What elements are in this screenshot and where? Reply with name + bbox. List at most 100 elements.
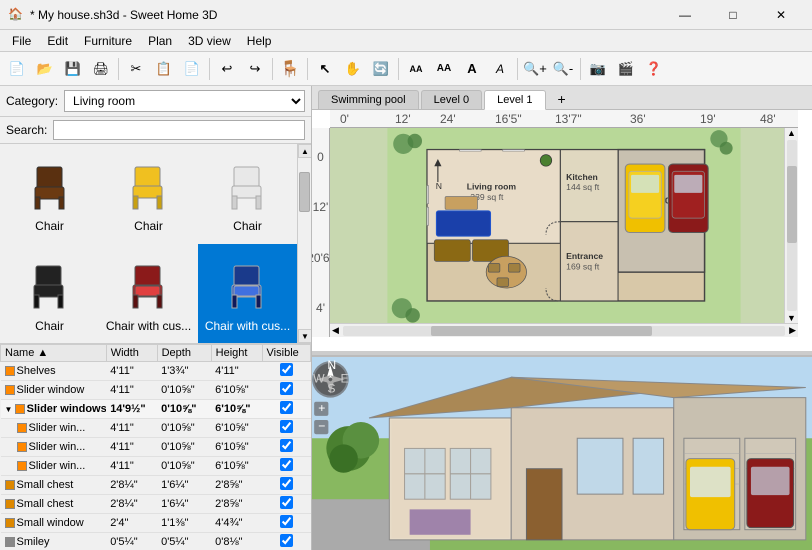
furniture-item-chair2[interactable]: Chair <box>99 144 198 244</box>
cell-visible[interactable] <box>262 400 310 419</box>
visible-checkbox[interactable] <box>280 439 293 452</box>
toolbar-rotate-view[interactable]: 🔄 <box>368 56 394 82</box>
furniture-item-chair4[interactable]: Chair <box>0 244 99 344</box>
col-name[interactable]: Name ▲ <box>1 345 107 362</box>
cell-name: Slider window <box>1 381 107 400</box>
table-row[interactable]: Small chest2'8¼"1'6¼"2'8⅝" <box>1 476 311 495</box>
table-row[interactable]: Slider win...4'11"0'10⅝"6'10⅝" <box>1 419 311 438</box>
toolbar-copy[interactable]: 📋 <box>151 56 177 82</box>
table-row[interactable]: Smiley0'5¼"0'5¼"0'8⅛" <box>1 533 311 550</box>
vscroll-up[interactable]: ▲ <box>787 128 796 138</box>
toolbar-help[interactable]: ❓ <box>641 56 667 82</box>
col-width[interactable]: Width <box>106 345 157 362</box>
menu-help[interactable]: Help <box>239 30 280 52</box>
table-row[interactable]: Slider win...4'11"0'10⅝"6'10⅝" <box>1 457 311 476</box>
cell-visible[interactable] <box>262 419 310 438</box>
scrollbar-up-arrow[interactable]: ▲ <box>298 144 311 158</box>
furniture-label-chair1: Chair <box>35 219 64 233</box>
close-button[interactable]: ✕ <box>758 0 804 30</box>
toolbar-print[interactable]: 🖨 <box>88 56 114 82</box>
toolbar-sep7 <box>580 58 581 80</box>
menu-furniture[interactable]: Furniture <box>76 30 140 52</box>
vscroll-down[interactable]: ▼ <box>787 313 796 323</box>
furniture-item-chair5[interactable]: Chair with cus... <box>99 244 198 344</box>
col-visible[interactable]: Visible <box>262 345 310 362</box>
menu-edit[interactable]: Edit <box>39 30 76 52</box>
toolbar-video[interactable]: 🎬 <box>613 56 639 82</box>
toolbar-paste[interactable]: 📄 <box>179 56 205 82</box>
visible-checkbox[interactable] <box>280 401 293 414</box>
visible-checkbox[interactable] <box>280 420 293 433</box>
furniture-grid: Chair Chair <box>0 144 311 344</box>
table-row[interactable]: Slider win...4'11"0'10⅝"6'10⅝" <box>1 438 311 457</box>
table-row[interactable]: Small window2'4"1'1⅜"4'4¾" <box>1 514 311 533</box>
col-depth[interactable]: Depth <box>157 345 211 362</box>
menu-3dview[interactable]: 3D view <box>180 30 239 52</box>
tab-swimming-pool[interactable]: Swimming pool <box>318 90 419 109</box>
menu-plan[interactable]: Plan <box>140 30 180 52</box>
floor-plan[interactable]: Living room 339 sq ft Kitchen 144 sq ft … <box>330 128 798 337</box>
cell-visible[interactable] <box>262 438 310 457</box>
visible-checkbox[interactable] <box>280 515 293 528</box>
toolbar-new[interactable]: 📄 <box>4 56 30 82</box>
scrollbar-down-arrow[interactable]: ▼ <box>298 329 311 343</box>
search-input[interactable] <box>53 120 305 140</box>
cell-visible[interactable] <box>262 381 310 400</box>
toolbar-save[interactable]: 💾 <box>60 56 86 82</box>
category-select[interactable]: Living room Bedroom Kitchen Bathroom Off… <box>64 90 305 112</box>
tab-level0[interactable]: Level 0 <box>421 90 482 109</box>
cell-visible[interactable] <box>262 495 310 514</box>
cell-visible[interactable] <box>262 514 310 533</box>
hscroll-left[interactable]: ◀ <box>330 325 341 336</box>
toolbar-text-size-1[interactable]: AA <box>403 56 429 82</box>
furniture-item-chair1[interactable]: Chair <box>0 144 99 244</box>
visible-checkbox[interactable] <box>280 477 293 490</box>
maximize-button[interactable]: □ <box>710 0 756 30</box>
col-height[interactable]: Height <box>211 345 262 362</box>
visible-checkbox[interactable] <box>280 496 293 509</box>
toolbar-cut[interactable]: ✂ <box>123 56 149 82</box>
cell-visible[interactable] <box>262 362 310 381</box>
view-2d[interactable]: 0' 12' 24' 16'5" 13'7" 36' 19' 48' 0 12'… <box>312 110 812 351</box>
visible-checkbox[interactable] <box>280 458 293 471</box>
table-row[interactable]: Shelves4'11"1'3¾"4'11" <box>1 362 311 381</box>
minimize-button[interactable]: — <box>662 0 708 30</box>
toolbar-zoom-out[interactable]: 🔍- <box>550 56 576 82</box>
vscroll-bar[interactable]: ▲ ▼ <box>784 128 798 323</box>
toolbar-pan[interactable]: ✋ <box>340 56 366 82</box>
cell-width: 4'11" <box>106 381 157 400</box>
view-3d[interactable]: N S W E + − <box>312 355 812 550</box>
toolbar-text-italic[interactable]: A <box>487 56 513 82</box>
tab-add-button[interactable]: + <box>552 89 572 109</box>
cell-visible[interactable] <box>262 476 310 495</box>
toolbar-text-size-2[interactable]: AA <box>431 56 457 82</box>
toolbar-add-furniture[interactable]: 🪑 <box>277 56 303 82</box>
hscroll-bar[interactable]: ◀ ▶ <box>330 323 798 337</box>
furniture-grid-scrollbar[interactable]: ▲ ▼ <box>297 144 311 343</box>
toolbar-open[interactable]: 📂 <box>32 56 58 82</box>
toolbar-undo[interactable]: ↩ <box>214 56 240 82</box>
hscroll-right[interactable]: ▶ <box>787 325 798 336</box>
visible-checkbox[interactable] <box>280 363 293 376</box>
toolbar-snapshot[interactable]: 📷 <box>585 56 611 82</box>
visible-checkbox[interactable] <box>280 382 293 395</box>
toolbar-select[interactable]: ↖ <box>312 56 338 82</box>
toolbar-text-a[interactable]: A <box>459 56 485 82</box>
vscroll-thumb[interactable] <box>787 166 797 243</box>
menu-file[interactable]: File <box>4 30 39 52</box>
scrollbar-thumb[interactable] <box>299 172 310 212</box>
tab-level1[interactable]: Level 1 <box>484 90 545 110</box>
cell-visible[interactable] <box>262 457 310 476</box>
furniture-item-chair6[interactable]: Chair with cus... <box>198 244 297 344</box>
furniture-item-chair3[interactable]: Chair <box>198 144 297 244</box>
table-row[interactable]: Small chest2'8¼"1'6¼"2'8⅝" <box>1 495 311 514</box>
toolbar-zoom-in[interactable]: 🔍+ <box>522 56 548 82</box>
table-row[interactable]: ▼ Slider windows14'9½"0'10⅝"6'10⅝" <box>1 400 311 419</box>
hscroll-thumb[interactable] <box>431 326 652 336</box>
visible-checkbox[interactable] <box>280 534 293 547</box>
toolbar-redo[interactable]: ↪ <box>242 56 268 82</box>
floor-plan-svg: Living room 339 sq ft Kitchen 144 sq ft … <box>330 128 798 337</box>
table-row[interactable]: Slider window4'11"0'10⅝"6'10⅝" <box>1 381 311 400</box>
cell-visible[interactable] <box>262 533 310 550</box>
svg-text:E: E <box>341 371 349 385</box>
